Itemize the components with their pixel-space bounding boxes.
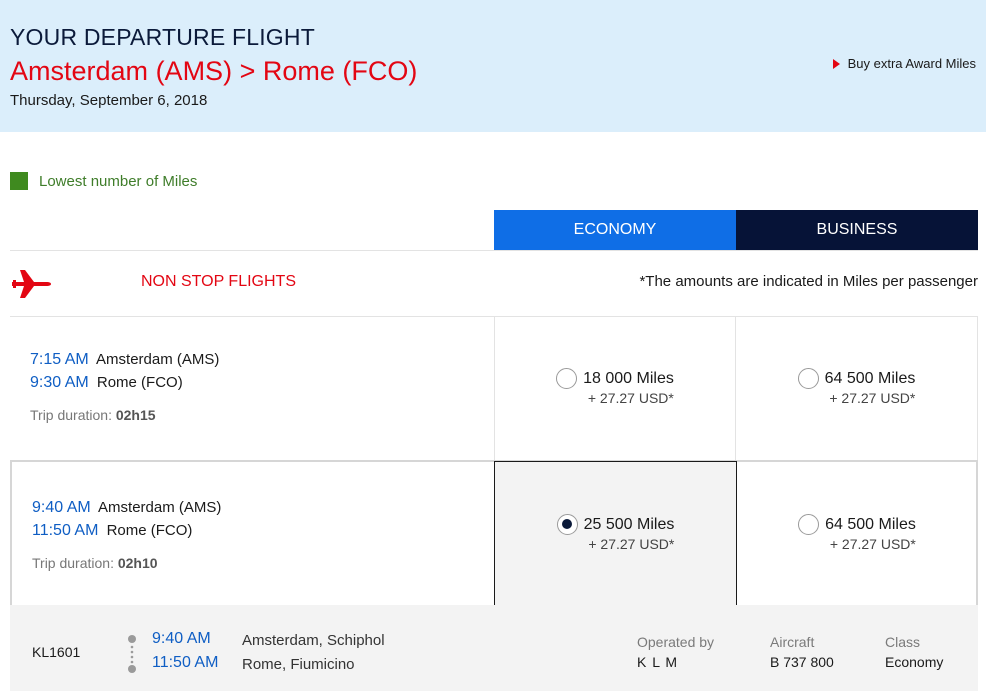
miles-note: *The amounts are indicated in Miles per … <box>639 273 978 290</box>
detail-departure-time: 9:40 AM <box>152 630 211 647</box>
fare-miles: 64 500 Miles <box>824 370 916 387</box>
departure-time: 7:15 AM <box>30 351 89 368</box>
fare-radio[interactable] <box>556 368 578 389</box>
operated-by-value: K L M <box>637 654 679 670</box>
arrival-time: 11:50 AM <box>32 522 99 539</box>
lowest-miles-legend: Lowest number of Miles <box>10 172 197 190</box>
fare-radio[interactable] <box>797 368 819 389</box>
route-title: Amsterdam (AMS) > Rome (FCO) <box>10 56 417 87</box>
detail-arrival-airport: Rome, Fiumicino <box>242 656 355 673</box>
flight-number: KL1601 <box>32 644 81 660</box>
arrival-place: Rome (FCO) <box>96 374 183 391</box>
buy-miles-label: Buy extra Award Miles <box>847 56 976 71</box>
origin-code: (AMS) <box>155 56 233 86</box>
caret-right-icon <box>832 58 840 69</box>
buy-miles-link[interactable]: Buy extra Award Miles <box>832 56 976 71</box>
departure-place: Amsterdam (AMS) <box>98 499 222 516</box>
page-title: YOUR DEPARTURE FLIGHT <box>10 24 315 50</box>
airplane-icon <box>12 270 51 298</box>
timeline-icon <box>128 635 136 673</box>
flight-header: YOUR DEPARTURE FLIGHT Amsterdam (AMS) > … <box>0 0 986 132</box>
departure-place: Amsterdam (AMS) <box>96 351 220 368</box>
duration-value: 02h15 <box>115 407 156 423</box>
flight-detail: KL1601 9:40 AM Amsterdam, Schiphol 11:50… <box>10 605 978 691</box>
flight-times: 7:15 AM Amsterdam (AMS) 9:30 AM Rome (FC… <box>10 316 494 460</box>
departure-line: 9:40 AM Amsterdam (AMS) <box>32 499 221 517</box>
fare-radio[interactable] <box>798 513 820 535</box>
business-fare-option[interactable]: 64 500 Miles + 27.27 USD* <box>736 316 978 460</box>
detail-departure-airport: Amsterdam, Schiphol <box>242 632 385 649</box>
arrival-place: Rome (FCO) <box>106 522 193 539</box>
economy-fare-option[interactable]: 18 000 Miles + 27.27 USD* <box>494 316 736 460</box>
trip-duration: Trip duration: 02h10 <box>32 555 158 571</box>
arrival-line: 11:50 AM Rome (FCO) <box>32 522 192 540</box>
fare-radio-selected[interactable] <box>556 513 578 535</box>
nonstop-section-header: NON STOP FLIGHTS *The amounts are indica… <box>10 262 978 304</box>
detail-arrival-time: 11:50 AM <box>152 654 219 671</box>
fare-tax: + 27.27 USD* <box>588 535 675 552</box>
aircraft-label: Aircraft <box>770 634 815 650</box>
cabin-tabs: ECONOMY BUSINESS <box>494 210 978 250</box>
fare-miles: 18 000 Miles <box>583 370 674 387</box>
duration-value: 02h10 <box>117 555 158 571</box>
fare-miles: 64 500 Miles <box>825 515 916 533</box>
operated-by-label: Operated by <box>637 634 715 650</box>
arrival-time: 9:30 AM <box>30 374 89 391</box>
fare-tax: + 27.27 USD* <box>587 390 674 406</box>
departure-time: 9:40 AM <box>32 499 91 516</box>
aircraft-value: B 737 800 <box>770 654 834 670</box>
origin-city: Amsterdam <box>10 56 149 86</box>
economy-fare-option-selected[interactable]: 25 500 Miles + 27.27 USD* <box>494 461 737 606</box>
destination-city: Rome <box>262 56 335 86</box>
duration-label: Trip duration: <box>32 555 114 571</box>
business-fare-option[interactable]: 64 500 Miles + 27.27 USD* <box>736 462 978 605</box>
flight-option: 7:15 AM Amsterdam (AMS) 9:30 AM Rome (FC… <box>10 316 978 460</box>
route-separator: > <box>239 56 256 86</box>
fare-miles: 25 500 Miles <box>583 515 675 533</box>
fare-tax: + 27.27 USD* <box>829 390 916 406</box>
duration-label: Trip duration: <box>30 407 112 423</box>
divider <box>10 250 978 251</box>
departure-line: 7:15 AM Amsterdam (AMS) <box>30 351 219 369</box>
departure-date: Thursday, September 6, 2018 <box>10 92 208 109</box>
fare-tax: + 27.27 USD* <box>829 535 916 552</box>
legend-label: Lowest number of Miles <box>39 172 198 190</box>
trip-duration: Trip duration: 02h15 <box>30 407 156 423</box>
class-label: Class <box>885 634 921 650</box>
destination-code: (FCO) <box>342 56 418 86</box>
tab-economy[interactable]: ECONOMY <box>494 210 736 250</box>
arrival-line: 9:30 AM Rome (FCO) <box>30 374 183 392</box>
tab-business[interactable]: BUSINESS <box>736 210 978 250</box>
class-value: Economy <box>885 654 944 670</box>
legend-swatch <box>10 172 28 190</box>
section-title: NON STOP FLIGHTS <box>141 273 296 290</box>
